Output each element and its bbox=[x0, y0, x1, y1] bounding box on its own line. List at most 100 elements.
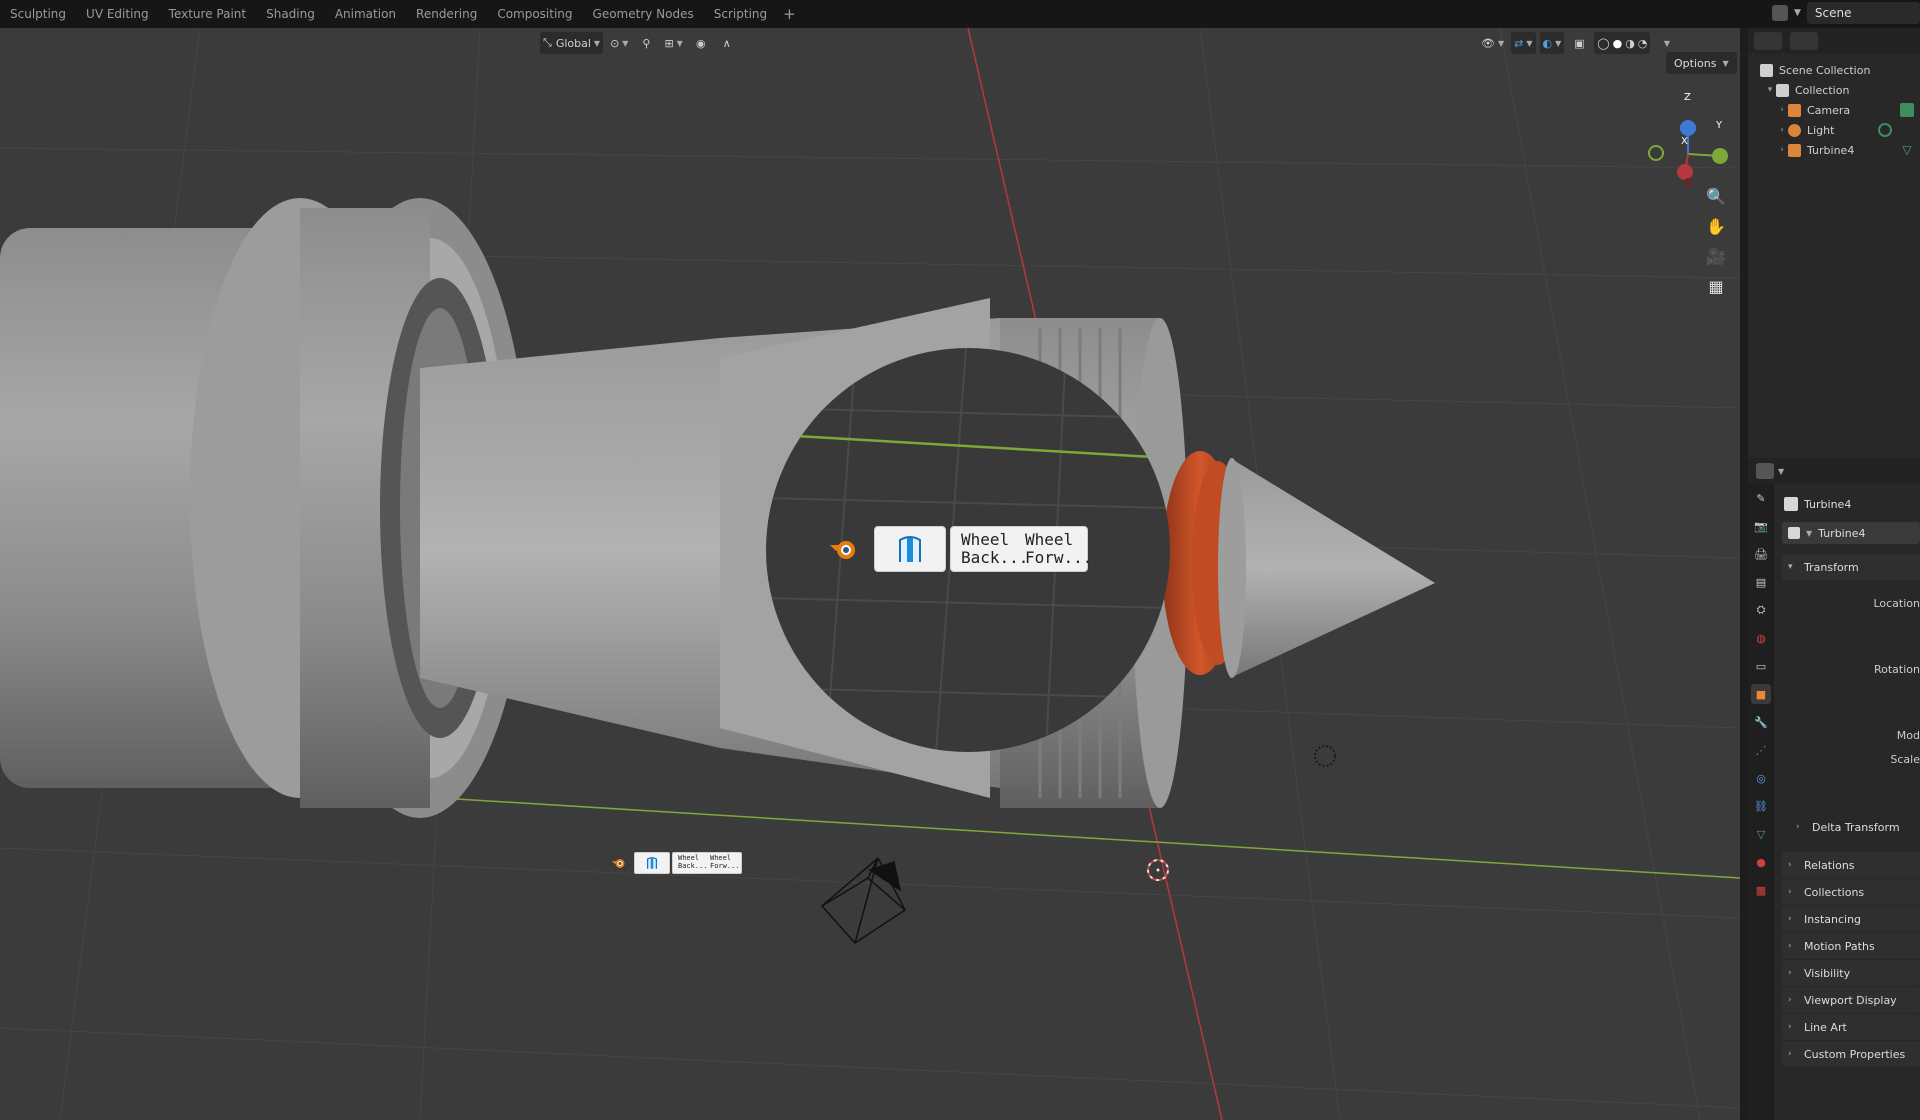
expand-arrow-icon: › bbox=[1788, 860, 1792, 870]
scene-name[interactable]: Scene bbox=[1806, 2, 1920, 24]
output-tab-icon[interactable]: 🖨 bbox=[1751, 544, 1771, 564]
collection-tab-icon[interactable]: ▭ bbox=[1751, 656, 1771, 676]
wheel-back-small-line2: Back... bbox=[678, 862, 708, 871]
tab-scripting[interactable]: Scripting bbox=[704, 0, 777, 28]
wheel-back-button[interactable]: Wheel Back... bbox=[955, 530, 1028, 567]
shading-options-button[interactable]: ▼ bbox=[1654, 32, 1676, 54]
section-collections[interactable]: › Collections bbox=[1782, 879, 1920, 905]
snap-toggle-button[interactable]: ⚲ bbox=[635, 32, 657, 54]
object-name-field[interactable]: ▼ Turbine4 bbox=[1782, 522, 1920, 544]
display-mode-button[interactable] bbox=[1790, 32, 1818, 50]
world-tab-icon[interactable]: ◍ bbox=[1751, 628, 1771, 648]
camera-view-icon[interactable]: 🎥 bbox=[1702, 242, 1730, 270]
xray-toggle-button[interactable]: ▣ bbox=[1568, 32, 1590, 54]
blender-logo-icon bbox=[826, 531, 862, 567]
light-object[interactable] bbox=[1314, 745, 1336, 767]
tab-geometry-nodes[interactable]: Geometry Nodes bbox=[583, 0, 704, 28]
wireframe-shading-icon[interactable]: ◯ bbox=[1597, 37, 1609, 50]
object-visibility-button[interactable]: 👁 ▼ bbox=[1478, 32, 1507, 54]
object-icon bbox=[1784, 497, 1798, 511]
expand-arrow-icon[interactable]: › bbox=[1776, 105, 1788, 115]
tab-animation[interactable]: Animation bbox=[325, 0, 406, 28]
tab-sculpting[interactable]: Sculpting bbox=[0, 0, 76, 28]
zoom-icon[interactable]: 🔍 bbox=[1702, 182, 1730, 210]
options-dropdown[interactable]: Options ▼ bbox=[1666, 52, 1737, 74]
proportional-edit-button[interactable]: ◉ bbox=[690, 32, 712, 54]
expand-arrow-icon: › bbox=[1788, 887, 1792, 897]
turbine-mesh[interactable] bbox=[0, 198, 1435, 818]
editor-type-icon[interactable] bbox=[1756, 463, 1774, 479]
outliner-item-camera[interactable]: › Camera bbox=[1748, 100, 1920, 120]
collection-label: Collection bbox=[1795, 83, 1850, 97]
pan-hand-icon[interactable]: ✋ bbox=[1702, 212, 1730, 240]
wheel-forward-button[interactable]: Wheel Forw... bbox=[1019, 530, 1092, 567]
camera-data-icon[interactable] bbox=[1900, 103, 1914, 117]
section-custom-properties[interactable]: › Custom Properties bbox=[1782, 1041, 1920, 1067]
wheel-back-line1: Wheel bbox=[961, 530, 1010, 549]
solid-shading-icon[interactable]: ● bbox=[1613, 37, 1623, 50]
outliner-scene-collection[interactable]: Scene Collection bbox=[1748, 60, 1920, 80]
modifier-tab-icon[interactable]: 🔧 bbox=[1751, 712, 1771, 732]
scale-label: Scale bbox=[1890, 753, 1920, 766]
gizmo-toggle-button[interactable]: ⇄ ▼ bbox=[1511, 32, 1536, 54]
section-visibility[interactable]: › Visibility bbox=[1782, 960, 1920, 986]
transform-orientation-group: ⤡ Global ▼ ⊙ ▼ ⚲ ⊞ ▼ ◉ ∧ bbox=[540, 32, 738, 54]
3d-viewport[interactable]: Z Y X 🔍 ✋ 🎥 ▦ Wheel Back... Wheel Forw..… bbox=[0, 28, 1740, 1120]
section-delta-transform[interactable]: › Delta Transform bbox=[1790, 814, 1920, 840]
snap-target-button[interactable]: ⊞ ▼ bbox=[661, 32, 685, 54]
mesh-data-icon[interactable]: ▽ bbox=[1900, 143, 1914, 157]
render-tab-icon[interactable]: 📷 bbox=[1751, 516, 1771, 536]
collapse-arrow-icon[interactable]: ▾ bbox=[1764, 85, 1776, 95]
camera-object[interactable] bbox=[820, 857, 907, 944]
material-tab-icon[interactable]: ● bbox=[1751, 852, 1771, 872]
tab-uv-editing[interactable]: UV Editing bbox=[76, 0, 159, 28]
tab-texture-paint[interactable]: Texture Paint bbox=[159, 0, 256, 28]
shading-mode-buttons[interactable]: ◯ ● ◑ ◔ bbox=[1594, 32, 1651, 54]
transform-orientation-dropdown[interactable]: ⤡ Global ▼ bbox=[540, 32, 604, 54]
section-instancing[interactable]: › Instancing bbox=[1782, 906, 1920, 932]
3d-cursor[interactable] bbox=[1147, 859, 1169, 881]
falloff-button[interactable]: ∧ bbox=[716, 32, 738, 54]
pivot-point-button[interactable]: ⊙ ▼ bbox=[607, 32, 631, 54]
outliner-item-light[interactable]: › Light bbox=[1748, 120, 1920, 140]
section-viewport-display[interactable]: › Viewport Display bbox=[1782, 987, 1920, 1013]
tab-shading[interactable]: Shading bbox=[256, 0, 325, 28]
scene-icon bbox=[1772, 5, 1788, 21]
tab-rendering[interactable]: Rendering bbox=[406, 0, 487, 28]
rendered-shading-icon[interactable]: ◔ bbox=[1638, 37, 1648, 50]
tool-tab-icon[interactable]: ✎ bbox=[1751, 488, 1771, 508]
wheel-small-button-icon[interactable] bbox=[634, 852, 670, 874]
tab-compositing[interactable]: Compositing bbox=[487, 0, 582, 28]
view-layer-tab-icon[interactable]: ▤ bbox=[1751, 572, 1771, 592]
expand-arrow-icon[interactable]: › bbox=[1776, 145, 1788, 155]
light-data-icon[interactable] bbox=[1878, 123, 1892, 137]
outliner-item-turbine4[interactable]: › Turbine4 ▽ bbox=[1748, 140, 1920, 160]
scene-selector[interactable]: ▼ Scene bbox=[1772, 2, 1920, 24]
chevron-down-icon: ▼ bbox=[1794, 8, 1801, 18]
expand-arrow-icon: › bbox=[1788, 1022, 1792, 1032]
add-workspace-button[interactable]: + bbox=[777, 0, 802, 28]
outliner-collection[interactable]: ▾ Collection bbox=[1748, 80, 1920, 100]
data-tab-icon[interactable]: ▽ bbox=[1751, 824, 1771, 844]
editor-type-button[interactable] bbox=[1754, 32, 1782, 50]
perspective-grid-icon[interactable]: ▦ bbox=[1702, 272, 1730, 300]
overlay-toggle-button[interactable]: ◐ ▼ bbox=[1539, 32, 1565, 54]
particles-tab-icon[interactable]: ⋰ bbox=[1751, 740, 1771, 760]
expand-arrow-icon[interactable]: › bbox=[1776, 125, 1788, 135]
delta-transform-label: Delta Transform bbox=[1812, 820, 1900, 834]
collection-icon bbox=[1776, 83, 1789, 97]
section-motion-paths[interactable]: › Motion Paths bbox=[1782, 933, 1920, 959]
texture-tab-icon[interactable]: ▩ bbox=[1751, 880, 1771, 900]
scene-collection-label: Scene Collection bbox=[1779, 63, 1871, 77]
constraints-tab-icon[interactable]: ⛓ bbox=[1751, 796, 1771, 816]
material-shading-icon[interactable]: ◑ bbox=[1625, 37, 1635, 50]
object-tab-icon[interactable]: ■ bbox=[1751, 684, 1771, 704]
scene-tab-icon[interactable]: ⛭ bbox=[1751, 600, 1771, 620]
wheel-back-small-button[interactable]: Wheel Back... bbox=[675, 854, 708, 872]
section-transform[interactable]: ▾ Transform bbox=[1782, 554, 1920, 580]
wheel-button-icon[interactable] bbox=[874, 526, 946, 572]
physics-tab-icon[interactable]: ◎ bbox=[1751, 768, 1771, 788]
section-relations[interactable]: › Relations bbox=[1782, 852, 1920, 878]
wheel-forward-small-button[interactable]: Wheel Forw... bbox=[707, 854, 740, 872]
section-line-art[interactable]: › Line Art bbox=[1782, 1014, 1920, 1040]
